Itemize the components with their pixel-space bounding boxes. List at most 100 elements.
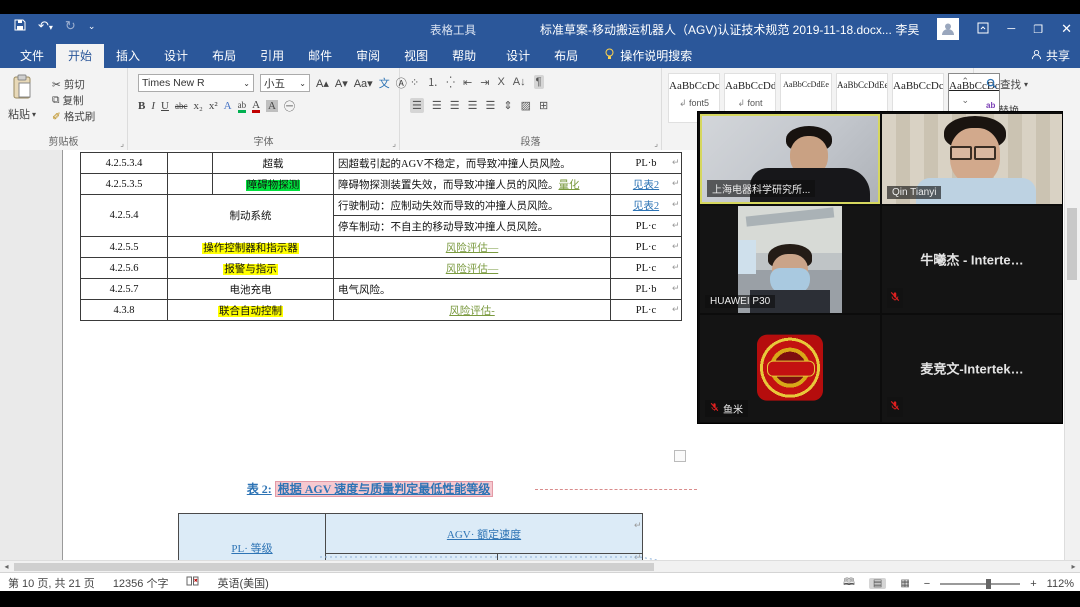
tab-view[interactable]: 视图 — [392, 44, 440, 68]
asian-layout-icon[interactable]: X — [497, 76, 504, 88]
tab-table-layout[interactable]: 布局 — [542, 44, 590, 68]
shrink-font-icon[interactable]: A▾ — [335, 77, 348, 90]
tab-layout[interactable]: 布局 — [200, 44, 248, 68]
font-color-icon[interactable]: A — [252, 100, 260, 113]
minimize-button[interactable]: ─ — [1007, 23, 1015, 35]
video-tile-yumi[interactable]: 鱼米 — [700, 315, 880, 422]
distribute-icon[interactable]: ☰ — [486, 99, 496, 112]
user-avatar[interactable] — [937, 18, 959, 40]
bold-icon[interactable]: B — [138, 100, 145, 112]
qat-customize-icon[interactable]: ⌄ — [88, 21, 96, 32]
zoom-out-icon[interactable]: − — [924, 578, 930, 590]
video-tile-qin-tianyi[interactable]: Qin Tianyi — [882, 114, 1062, 204]
italic-icon[interactable]: I — [151, 100, 155, 112]
strikethrough-icon[interactable]: abc — [175, 101, 188, 111]
justify-icon[interactable]: ☰ — [468, 99, 478, 112]
video-tile-huawei-p30[interactable]: HUAWEI P30 — [700, 206, 880, 313]
increase-indent-icon[interactable]: ⇥ — [480, 76, 489, 89]
subscript-icon[interactable]: x₂ — [193, 100, 202, 112]
shading-icon[interactable]: ▨ — [521, 99, 531, 112]
sort-icon[interactable]: A↓ — [513, 76, 526, 88]
tab-home[interactable]: 开始 — [56, 44, 104, 68]
enclose-characters-icon[interactable]: ㊀ — [284, 98, 295, 114]
zoom-slider-thumb[interactable] — [986, 579, 991, 589]
save-icon[interactable] — [14, 19, 26, 34]
bullets-icon[interactable]: ⁘ — [410, 76, 419, 89]
word-count[interactable]: 12356 个字 — [113, 575, 169, 591]
change-case-icon[interactable]: Aa▾ — [354, 77, 373, 90]
paste-button[interactable]: 粘贴▾ — [8, 74, 36, 123]
cell-pl: PL·b — [611, 279, 682, 300]
tab-table-design[interactable]: 设计 — [494, 44, 542, 68]
align-center-icon[interactable]: ☰ — [432, 99, 442, 112]
web-layout-icon[interactable]: ▦ — [896, 578, 913, 589]
zoom-level[interactable]: 112% — [1047, 578, 1074, 590]
paragraph-dialog-launcher[interactable]: ⌟ — [654, 139, 658, 148]
cell-desc: 行驶制动：应制动失效而导致的冲撞人员风险。 — [334, 195, 611, 216]
undo-icon[interactable]: ↶▾ — [38, 18, 53, 34]
multilevel-list-icon[interactable]: ⁛ — [446, 76, 455, 89]
print-layout-icon[interactable]: ▤ — [869, 578, 886, 589]
decrease-indent-icon[interactable]: ⇤ — [463, 76, 472, 89]
superscript-icon[interactable]: x² — [209, 100, 218, 112]
highlight-color-icon[interactable]: ab — [238, 100, 247, 113]
tab-mailings[interactable]: 邮件 — [296, 44, 344, 68]
revision-link[interactable]: 风险评估— — [446, 243, 499, 254]
vertical-scrollbar[interactable] — [1064, 150, 1080, 560]
table-row: 4.2.5.3.5 障碍物探测 障碍物探测装置失效，而导致冲撞人员的风险。量化 … — [81, 174, 682, 195]
show-hide-marks-icon[interactable]: ¶ — [534, 75, 544, 89]
phonetic-guide-icon[interactable]: 文 — [379, 75, 390, 91]
page-indicator[interactable]: 第 10 页, 共 21 页 — [8, 575, 95, 591]
copy-button[interactable]: ⧉复制 — [52, 93, 95, 108]
redo-icon[interactable]: ↻ — [65, 18, 76, 34]
close-button[interactable]: ✕ — [1061, 21, 1072, 37]
find-button[interactable]: 查找▾ — [986, 77, 1028, 92]
font-dialog-launcher[interactable]: ⌟ — [392, 139, 396, 148]
borders-icon[interactable]: ⊞ — [539, 99, 548, 112]
styles-scroll-down-icon[interactable]: ⌄ — [961, 95, 969, 106]
video-tile-active-speaker[interactable]: 上海电器科学研究所... — [700, 114, 880, 204]
restore-button[interactable]: ❐ — [1033, 23, 1043, 36]
tab-help[interactable]: 帮助 — [440, 44, 488, 68]
see-table2-link[interactable]: 见表2 — [633, 201, 659, 212]
cell-desc: 因超载引起的AGV不稳定，而导致冲撞人员风险。 — [334, 153, 611, 174]
styles-scroll-up-icon[interactable]: ⌃ — [961, 76, 969, 87]
font-name-combo[interactable]: Times New R⌄ — [138, 74, 254, 92]
line-spacing-icon[interactable]: ⇕ — [503, 99, 512, 112]
grow-font-icon[interactable]: A▴ — [316, 77, 329, 90]
revision-link[interactable]: 量化 — [559, 180, 580, 191]
paragraph-group-label: 段落 — [400, 133, 661, 148]
numbering-icon[interactable]: ⒈ — [427, 74, 438, 90]
user-name[interactable]: 李昊 — [895, 21, 919, 38]
underline-icon[interactable]: U — [161, 100, 169, 112]
tab-insert[interactable]: 插入 — [104, 44, 152, 68]
ribbon-display-options-icon[interactable] — [977, 22, 989, 37]
tell-me-search[interactable]: 操作说明搜索 — [604, 47, 692, 68]
share-button[interactable]: 共享 — [1031, 47, 1070, 64]
tab-references[interactable]: 引用 — [248, 44, 296, 68]
vertical-scroll-thumb[interactable] — [1067, 208, 1077, 280]
table-row: 4.2.5.3.4 超载 因超载引起的AGV不稳定，而导致冲撞人员风险。 PL·… — [81, 153, 682, 174]
proofing-icon[interactable] — [186, 576, 199, 590]
align-right-icon[interactable]: ☰ — [450, 99, 460, 112]
see-table2-link[interactable]: 见表2 — [633, 180, 659, 191]
revision-link[interactable]: 风险评估— — [446, 264, 499, 275]
tab-file[interactable]: 文件 — [8, 44, 56, 68]
zoom-in-icon[interactable]: + — [1030, 578, 1036, 590]
tab-review[interactable]: 审阅 — [344, 44, 392, 68]
video-tile-mai-jingwen[interactable]: 麦竞文-Intertek… — [882, 315, 1062, 422]
cut-button[interactable]: ✂剪切 — [52, 77, 95, 92]
format-painter-button[interactable]: ✐格式刷 — [52, 109, 95, 124]
language-indicator[interactable]: 英语(美国) — [217, 575, 268, 591]
tab-design[interactable]: 设计 — [152, 44, 200, 68]
character-shading-icon[interactable]: A — [266, 100, 278, 112]
horizontal-scroll-thumb[interactable] — [14, 563, 654, 571]
text-effects-icon[interactable]: A — [224, 100, 232, 112]
video-tile-niu-xijie[interactable]: 牛曦杰 - Interte… — [882, 206, 1062, 313]
align-left-icon[interactable]: ☰ — [410, 98, 424, 113]
font-size-combo[interactable]: 小五⌄ — [260, 74, 310, 92]
clipboard-dialog-launcher[interactable]: ⌟ — [120, 139, 124, 148]
zoom-slider[interactable] — [940, 583, 1020, 585]
revision-link[interactable]: 风险评估- — [449, 306, 495, 317]
read-mode-icon[interactable]: 🕮 — [839, 575, 859, 592]
